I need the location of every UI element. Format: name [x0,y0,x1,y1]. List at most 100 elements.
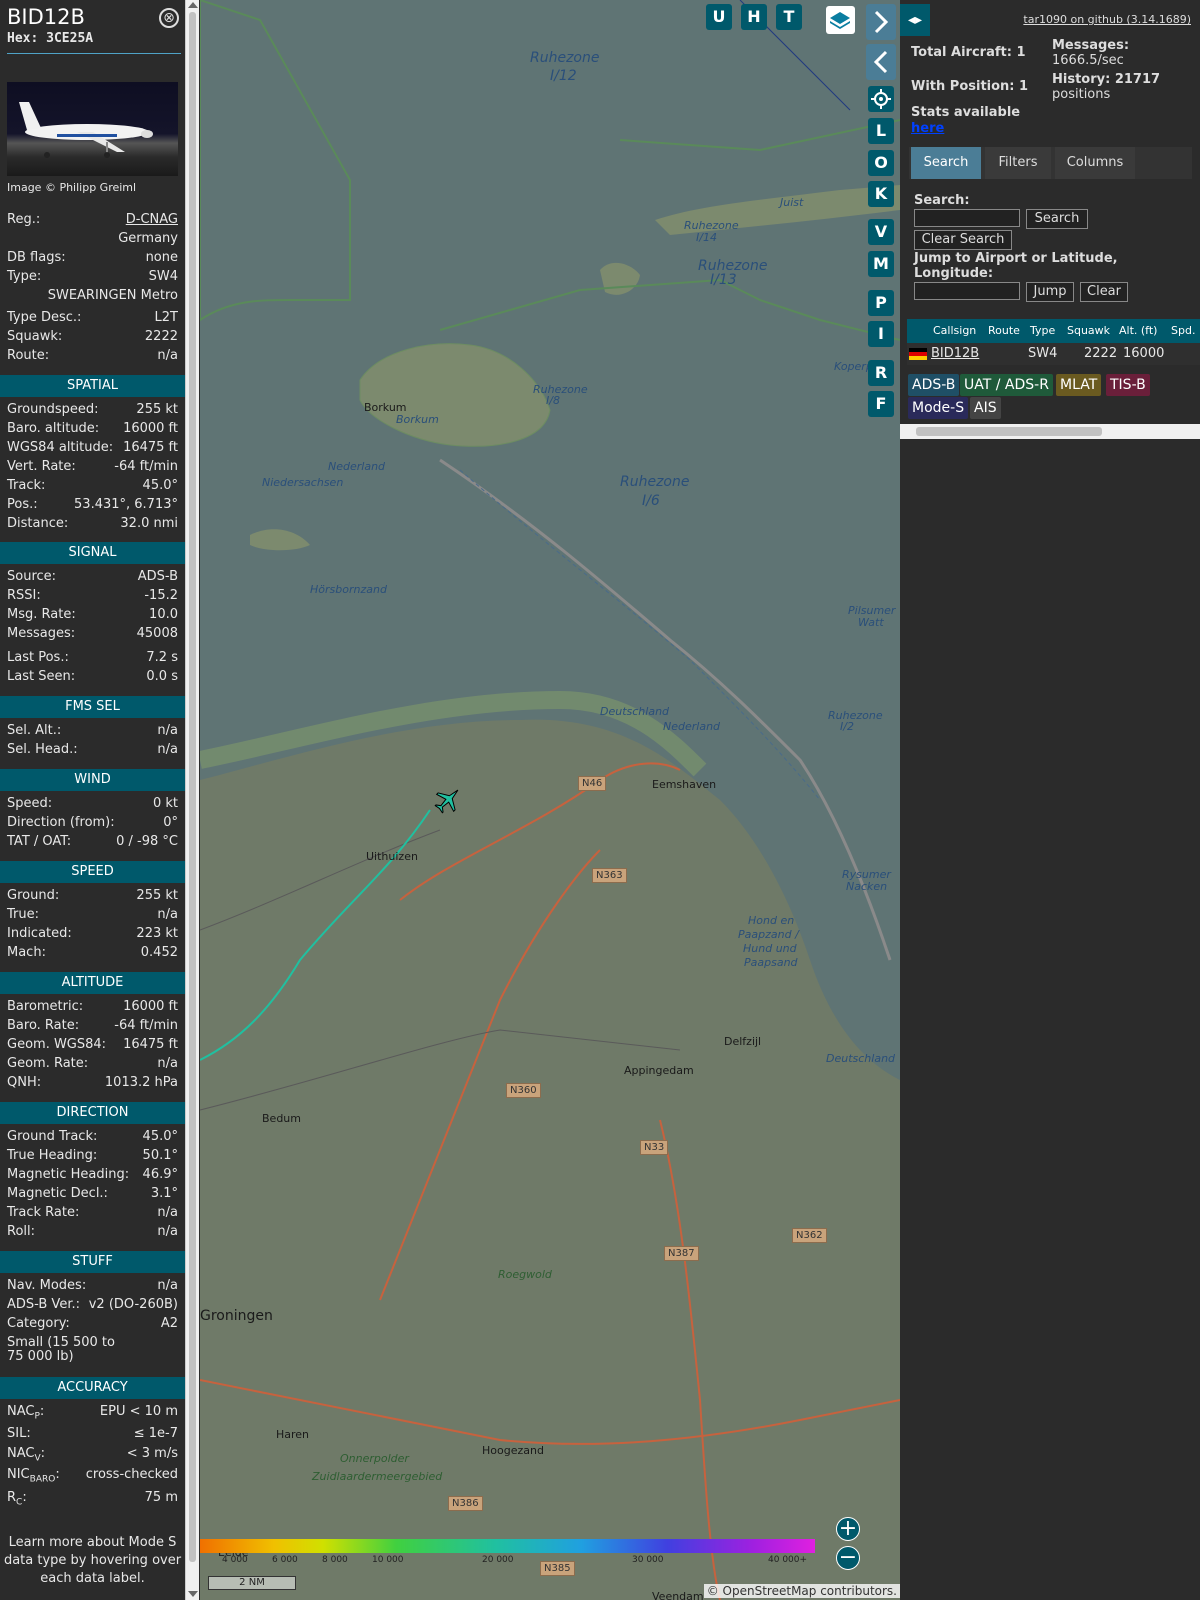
info-row: Category: A2 [7,1316,178,1335]
map-place-label: Ruhezone [533,383,588,396]
map-place-label: Paapsand [744,956,798,969]
collapse-left-icon[interactable] [866,44,896,80]
map-view[interactable]: Ruhezone I/12 Juist Ruhezone I/14 Ruhezone I/1… [200,0,900,1600]
table-scrollbar[interactable] [900,424,1200,439]
scroll-thumb[interactable] [189,12,196,1562]
altitude-color-legend [200,1539,815,1553]
close-icon[interactable]: ⊗ [159,8,179,28]
map-toggle-m[interactable]: M [868,251,894,277]
col-callsign[interactable]: Callsign [933,319,976,343]
toggle-panels-button[interactable]: ◂▸ [900,4,930,36]
tab-columns[interactable]: Columns [1055,147,1135,179]
tab-search[interactable]: Search [911,147,981,179]
map-toggle-k[interactable]: K [868,181,894,207]
map-place-label: Haren [276,1428,310,1441]
map-toggle-l[interactable]: L [868,118,894,144]
layers-icon[interactable] [826,6,855,34]
zoom-out-button[interactable]: − [836,1546,860,1570]
clear-button[interactable]: Clear [1080,282,1128,302]
map-toggle-h[interactable]: H [741,4,767,30]
map-place-label: I/8 [546,394,560,407]
jump-input[interactable] [914,282,1020,300]
map-toggle-p[interactable]: P [868,290,894,316]
info-value: n/a [157,723,178,738]
col-speed[interactable]: Spd. [1171,319,1195,343]
info-label: Track: [7,478,46,493]
section-altitude[interactable]: ALTITUDE [0,972,185,994]
info-value: n/a [157,1278,178,1293]
col-alt[interactable]: Alt. (ft) [1119,319,1157,343]
tab-filters[interactable]: Filters [985,147,1051,179]
info-label: DB flags: [7,250,66,265]
col-route[interactable]: Route [988,319,1020,343]
section-stuff[interactable]: STUFF [0,1251,185,1273]
col-squawk[interactable]: Squawk [1067,319,1110,343]
info-row: Geom. Rate: n/a [7,1056,178,1075]
source-filter-chip[interactable]: Mode-S [908,397,969,419]
info-label: ADS-B Ver.: [7,1297,80,1312]
info-value: none [145,250,178,265]
map-place-label: I/14 [696,231,717,244]
source-filter-chip[interactable]: TIS-B [1106,374,1150,396]
info-row: SWEARINGEN Metro [7,288,178,307]
source-filter-chip[interactable]: MLAT [1056,374,1102,396]
info-label: Vert. Rate: [7,459,76,474]
info-label: WGS84 altitude: [7,440,114,455]
section-direction[interactable]: DIRECTION [0,1102,185,1124]
registration-link[interactable]: D-CNAG [126,212,178,227]
stats-link[interactable]: here [911,121,944,136]
section-spatial[interactable]: SPATIAL [0,375,185,397]
section-speed[interactable]: SPEED [0,861,185,883]
info-value: 1013.2 hPa [104,1075,178,1090]
info-value: n/a [157,348,178,363]
info-label: Distance: [7,516,69,531]
info-label: Last Pos.: [7,650,69,665]
source-filter-chip[interactable]: AIS [970,397,1001,419]
clear-search-button[interactable]: Clear Search [914,230,1012,250]
info-row: Track: 45.0° [7,478,178,497]
sidebar-scrollbar[interactable] [185,0,199,1600]
info-value: n/a [157,907,178,922]
map-place-label: Juist [780,196,804,209]
zoom-in-button[interactable]: + [836,1517,860,1541]
scroll-up-icon[interactable] [188,2,198,8]
github-link[interactable]: tar1090 on github (3.14.1689) [1023,13,1191,26]
search-button[interactable]: Search [1026,209,1088,229]
scroll-down-icon[interactable] [188,1591,198,1597]
map-toggle-o[interactable]: O [868,150,894,176]
row-callsign[interactable]: BID12B [931,343,979,365]
info-value: 53.431°, 6.713° [74,497,178,512]
map-toggle-t[interactable]: T [776,4,802,30]
info-value: cross-checked [85,1467,178,1482]
source-filter-chip[interactable]: ADS-B [908,374,960,396]
info-label: 75 000 lb) [7,1349,74,1364]
settings-gear-icon[interactable] [868,86,894,112]
road-shield: N363 [592,868,627,883]
section-fms[interactable]: FMS SEL [0,696,185,718]
hscroll-thumb[interactable] [916,427,1102,436]
map-toggle-u[interactable]: U [706,4,732,30]
source-filter-chip[interactable]: UAT / ADS-R [960,374,1053,396]
map-attribution[interactable]: © OpenStreetMap contributors. [703,1584,900,1598]
map-place-label: Delfzijl [724,1035,762,1048]
map-toggle-v[interactable]: V [868,219,894,245]
search-input[interactable] [914,209,1020,227]
info-value: L2T [154,310,178,325]
map-toggle-i[interactable]: I [868,321,894,347]
col-type[interactable]: Type [1030,319,1055,343]
info-label: Indicated: [7,926,72,941]
section-accuracy[interactable]: ACCURACY [0,1377,185,1399]
info-value: 45.0° [142,1129,178,1144]
jump-button[interactable]: Jump [1026,282,1074,302]
expand-right-icon[interactable] [866,4,896,40]
aircraft-photo[interactable] [7,82,178,176]
section-wind[interactable]: WIND [0,769,185,791]
map-toggle-f[interactable]: F [868,391,894,417]
section-signal[interactable]: SIGNAL [0,542,185,564]
info-value: < 3 m/s [126,1446,178,1461]
jump-label-2: Longitude: [914,266,994,281]
table-row[interactable]: BID12B SW4 2222 16000 [907,343,1200,365]
info-row: Ground: 255 kt [7,888,178,907]
map-toggle-r[interactable]: R [868,360,894,386]
map-place-label: Veendam [652,1590,704,1600]
